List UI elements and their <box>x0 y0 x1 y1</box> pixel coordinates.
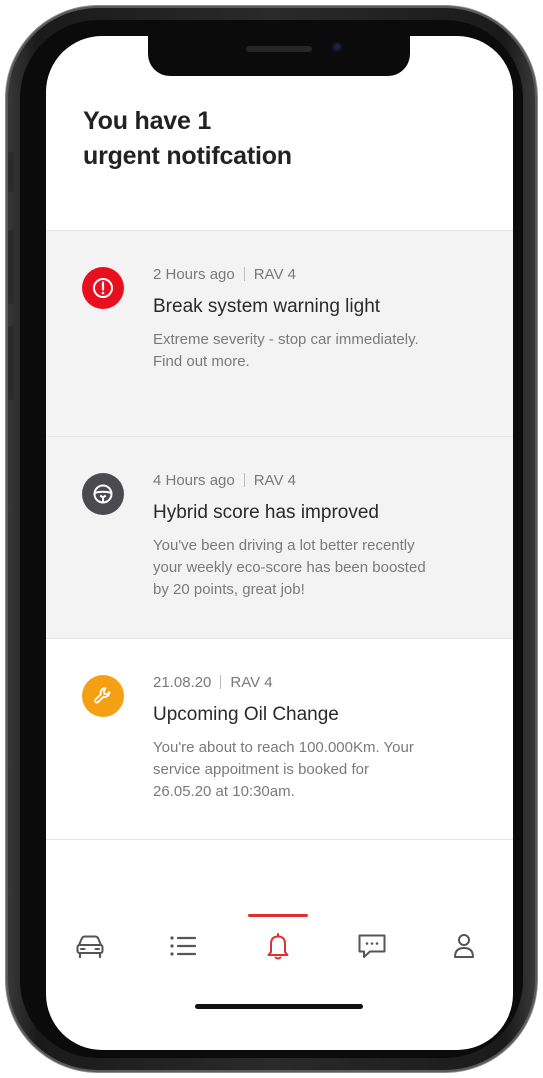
page-title: You have 1 urgent notifcation <box>83 104 292 174</box>
notification-vehicle: RAV 4 <box>230 674 273 691</box>
notification-item-hybrid-score[interactable]: 4 Hours ago RAV 4 Hybrid score has improv… <box>46 436 513 638</box>
alert-icon-graphic <box>93 278 113 298</box>
tab-list[interactable] <box>153 916 213 976</box>
notification-meta: 2 Hours ago RAV 4 <box>153 265 489 285</box>
notch <box>148 36 410 76</box>
front-camera <box>332 42 342 52</box>
notification-title: Break system warning light <box>153 296 381 317</box>
notification-list: 2 Hours ago RAV 4 Break system warning li… <box>46 230 513 840</box>
meta-divider <box>220 675 222 689</box>
list-icon <box>170 936 197 956</box>
notification-title: Upcoming Oil Change <box>153 704 339 725</box>
volume-up-button <box>8 230 14 304</box>
notification-meta: 4 Hours ago RAV 4 <box>153 471 489 491</box>
notification-description: You've been driving a lot better recentl… <box>153 537 426 598</box>
notification-content: 21.08.20 RAV 4 Upcoming Oil Change You're… <box>153 673 489 803</box>
alert-icon <box>82 267 124 309</box>
notification-content: 2 Hours ago RAV 4 Break system warning li… <box>153 265 489 373</box>
tab-notifications[interactable] <box>248 914 308 976</box>
notification-time: 4 Hours ago <box>153 472 235 489</box>
user-icon <box>454 934 474 958</box>
steering-wheel-icon-graphic <box>93 484 113 504</box>
tab-profile[interactable] <box>434 916 494 976</box>
notification-item-brake-warning[interactable]: 2 Hours ago RAV 4 Break system warning li… <box>46 230 513 436</box>
notification-vehicle: RAV 4 <box>253 472 296 489</box>
wrench-icon <box>82 675 124 717</box>
mute-switch <box>8 152 14 192</box>
page-title-line-2: urgent notifcation <box>83 142 292 170</box>
notification-description: Extreme severity - stop car immediately.… <box>153 331 419 370</box>
meta-divider <box>243 473 245 487</box>
page-title-line-1: You have 1 <box>83 107 212 135</box>
notification-item-oil-change[interactable]: 21.08.20 RAV 4 Upcoming Oil Change You're… <box>46 638 513 840</box>
bell-icon <box>267 933 289 960</box>
chat-bubble-icon <box>358 934 386 958</box>
home-indicator[interactable] <box>195 1004 363 1009</box>
volume-down-button <box>8 326 14 400</box>
notification-title: Hybrid score has improved <box>153 502 379 523</box>
tab-car[interactable] <box>60 916 120 976</box>
notification-time: 2 Hours ago <box>153 266 235 283</box>
car-icon <box>76 935 104 959</box>
app-screen: You have 1 urgent notifcation 2 Hours ag… <box>46 36 513 1050</box>
wrench-icon-graphic <box>94 687 111 704</box>
speaker-grille <box>246 46 312 52</box>
notification-time: 21.08.20 <box>153 674 212 691</box>
notification-meta: 21.08.20 RAV 4 <box>153 673 489 693</box>
meta-divider <box>243 267 245 281</box>
bottom-tab-bar <box>46 914 513 976</box>
steering-wheel-icon <box>82 473 124 515</box>
notification-vehicle: RAV 4 <box>253 266 296 283</box>
notification-description: You're about to reach 100.000Km. Your se… <box>153 739 414 800</box>
notification-content: 4 Hours ago RAV 4 Hybrid score has improv… <box>153 471 489 601</box>
tab-messages[interactable] <box>342 916 402 976</box>
